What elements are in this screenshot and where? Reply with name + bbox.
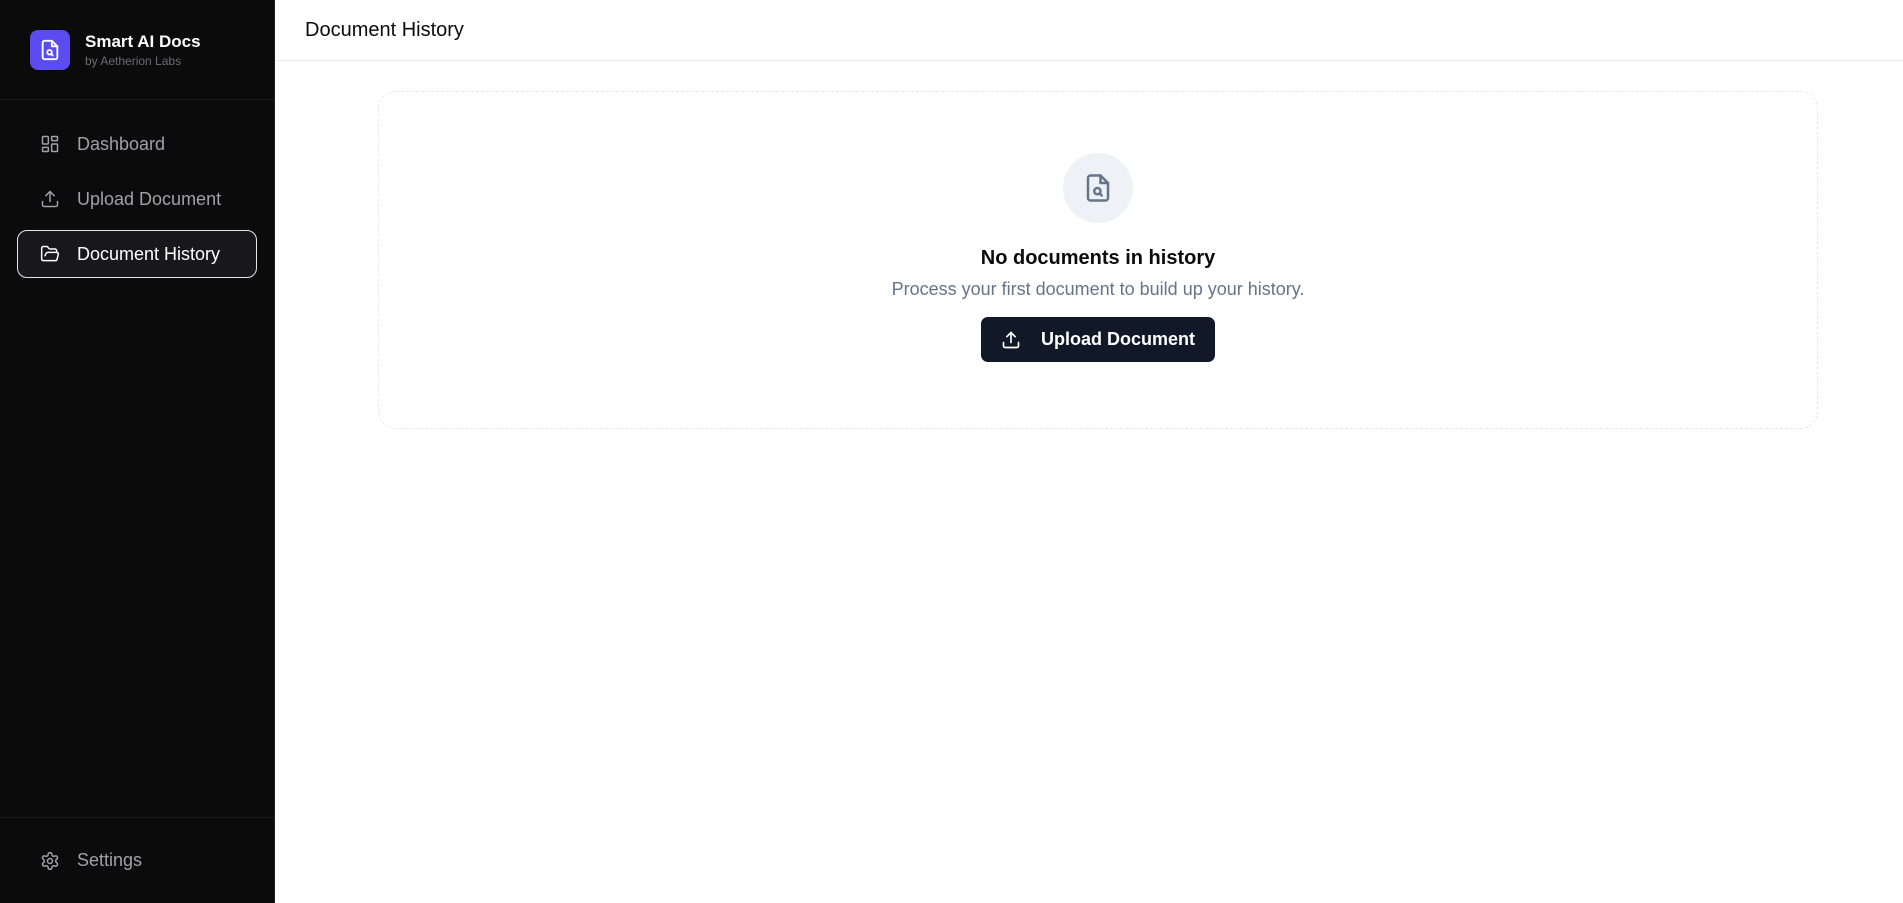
dashboard-grid-icon [40, 134, 60, 154]
sidebar-footer: Settings [0, 817, 274, 903]
sidebar: Smart AI Docs by Aetherion Labs Dashboar… [0, 0, 275, 903]
sidebar-item-dashboard[interactable]: Dashboard [17, 120, 257, 168]
upload-icon [40, 189, 60, 209]
brand: Smart AI Docs by Aetherion Labs [0, 0, 274, 100]
content: No documents in history Process your fir… [275, 61, 1903, 429]
sidebar-item-label: Settings [77, 850, 143, 870]
page-title: Document History [305, 18, 464, 41]
empty-state-description: Process your first document to build up … [891, 279, 1305, 299]
empty-state-card: No documents in history Process your fir… [378, 91, 1818, 429]
app-shell: Smart AI Docs by Aetherion Labs Dashboar… [0, 0, 1903, 903]
sidebar-item-label: Document History [77, 243, 221, 264]
gear-icon [40, 851, 60, 871]
sidebar-item-document-history[interactable]: Document History [17, 230, 257, 278]
brand-text: Smart AI Docs by Aetherion Labs [85, 31, 201, 69]
file-search-icon [30, 29, 70, 70]
file-search-icon [1063, 153, 1133, 223]
sidebar-item-label: Upload Document [77, 188, 222, 209]
sidebar-nav: Dashboard Upload Document Document Histo… [0, 100, 274, 817]
brand-subtitle: by Aetherion Labs [85, 53, 182, 68]
brand-title: Smart AI Docs [85, 31, 201, 51]
empty-state-title: No documents in history [980, 247, 1216, 269]
folder-open-icon [40, 244, 60, 264]
main-area: Document History No documents in history… [275, 0, 1903, 903]
upload-document-button-label: Upload Document [1040, 329, 1195, 349]
sidebar-item-upload-document[interactable]: Upload Document [17, 175, 257, 223]
sidebar-item-label: Dashboard [77, 133, 166, 154]
upload-icon [1001, 330, 1021, 350]
topbar: Document History [275, 0, 1903, 61]
upload-document-button[interactable]: Upload Document [980, 317, 1215, 362]
sidebar-item-settings[interactable]: Settings [17, 837, 257, 885]
